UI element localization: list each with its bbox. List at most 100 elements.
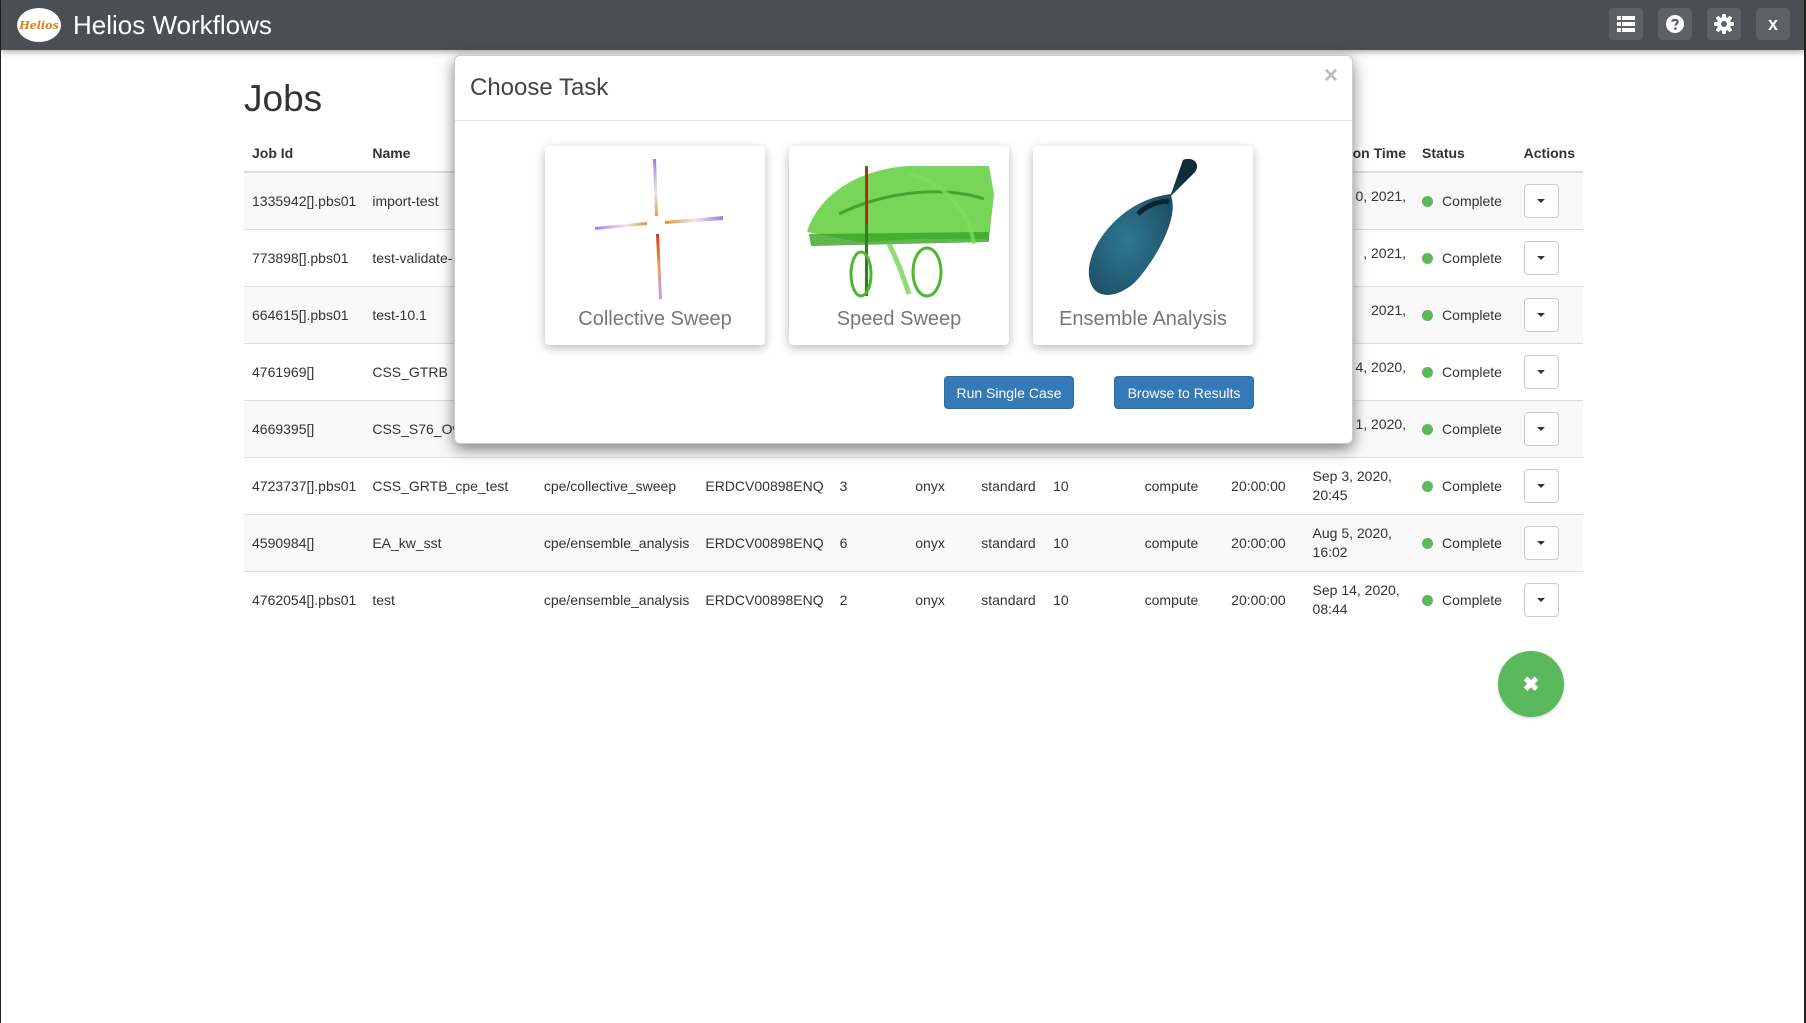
status-badge: Complete (1442, 192, 1502, 209)
list-icon (1617, 16, 1635, 32)
nodes-cell: 10 (1045, 457, 1137, 515)
name-cell: CSS_GRTB_cpe_test (364, 457, 536, 515)
queue-cell: standard (973, 514, 1046, 572)
task-card-ensemble-analysis[interactable]: Ensemble Analysis (1033, 146, 1253, 345)
rotor-blades-image (595, 159, 723, 299)
close-icon: ✖ (1522, 673, 1540, 696)
page-title: Jobs (244, 78, 323, 119)
cases-cell: 6 (831, 514, 908, 572)
status-badge: Complete (1442, 534, 1502, 551)
navbar-actions: x (1609, 8, 1790, 40)
row-actions-dropdown-button[interactable] (1523, 298, 1559, 332)
col-job-id[interactable]: Job Id (244, 135, 365, 173)
col-submission-time-visible: ion Time (1348, 145, 1407, 161)
job-id-cell: 4761969[] (244, 343, 365, 401)
submission-time-cell: Sep 3, 2020, 20:45 (1304, 457, 1415, 515)
actions-cell (1515, 457, 1583, 515)
status-dot-icon (1422, 423, 1434, 435)
job-id-cell: 4723737[].pbs01 (244, 457, 365, 515)
actions-cell (1515, 286, 1583, 344)
task-card-speed-sweep[interactable]: Speed Sweep (789, 146, 1009, 345)
task-card-collective-sweep[interactable]: Collective Sweep (545, 146, 765, 345)
cases-cell: 2 (831, 571, 908, 628)
row-actions-dropdown-button[interactable] (1523, 469, 1559, 503)
status-cell: Complete (1414, 457, 1516, 515)
status-badge: Complete (1442, 363, 1502, 380)
help-button[interactable] (1658, 8, 1692, 40)
project-cell: ERDCV00898ENQ (697, 457, 832, 515)
job-type-cell: cpe/collective_sweep (535, 457, 698, 515)
row-actions-dropdown-button[interactable] (1523, 412, 1559, 446)
caret-down-icon (1537, 541, 1546, 545)
close-fab-button[interactable]: ✖ (1498, 651, 1564, 717)
cases-cell: 3 (831, 457, 908, 515)
row-actions-dropdown-button[interactable] (1523, 184, 1559, 218)
status-cell: Complete (1414, 514, 1516, 572)
actions-cell (1515, 229, 1583, 287)
system-cell: onyx (907, 571, 974, 628)
table-row[interactable]: 4590984[] EA_kw_sst cpe/ensemble_analysis E… (244, 514, 1583, 572)
task-label: Speed Sweep (836, 308, 962, 330)
status-cell: Complete (1414, 229, 1516, 287)
caret-down-icon (1537, 199, 1546, 203)
project-cell: ERDCV00898ENQ (697, 571, 832, 628)
row-actions-dropdown-button[interactable] (1523, 355, 1559, 389)
task-label: Ensemble Analysis (1059, 308, 1227, 330)
submission-date: Sep 3, 2020, (1312, 468, 1392, 484)
close-x-icon: x (1767, 13, 1778, 34)
job-type-cell: cpe/ensemble_analysis (535, 514, 698, 572)
submission-time-cell: Aug 5, 2020, 16:02 (1304, 514, 1415, 572)
jobs-list-button[interactable] (1609, 8, 1643, 40)
node-type-cell: compute (1136, 571, 1224, 628)
caret-down-icon (1537, 598, 1546, 602)
blue-fuselage-image (1088, 158, 1198, 295)
caret-down-icon (1537, 256, 1546, 260)
question-circle-icon (1666, 15, 1684, 33)
node-type-cell: compute (1136, 457, 1224, 515)
status-badge: Complete (1442, 249, 1502, 266)
browse-to-results-button[interactable]: Browse to Results (1114, 376, 1254, 409)
exit-button[interactable]: x (1756, 8, 1790, 40)
submission-clock: 08:44 (1312, 601, 1348, 617)
name-cell: test (364, 571, 536, 628)
status-cell: Complete (1414, 286, 1516, 344)
table-row[interactable]: 4762054[].pbs01 test cpe/ensemble_analysis… (244, 571, 1583, 628)
status-dot-icon (1422, 366, 1434, 378)
task-cards: Collective Sweep Speed Sweep Ensemble An… (545, 146, 1253, 345)
status-cell: Complete (1414, 343, 1516, 401)
table-row[interactable]: 4723737[].pbs01 CSS_GRTB_cpe_test cpe/coll… (244, 457, 1583, 515)
status-badge: Complete (1442, 306, 1502, 323)
run-single-case-button[interactable]: Run Single Case (944, 376, 1074, 409)
caret-down-icon (1537, 370, 1546, 374)
status-badge: Complete (1442, 477, 1502, 494)
actions-cell (1515, 400, 1583, 458)
status-dot-icon (1422, 252, 1434, 264)
helios-logo[interactable]: Helios (17, 8, 61, 42)
task-label: Collective Sweep (578, 308, 732, 330)
actions-cell (1515, 571, 1583, 628)
system-cell: onyx (907, 514, 974, 572)
row-actions-dropdown-button[interactable] (1523, 526, 1559, 560)
status-cell: Complete (1414, 171, 1516, 230)
status-dot-icon (1422, 195, 1434, 207)
top-navbar: Helios Helios Workflows x (1, 0, 1804, 50)
actions-cell (1515, 343, 1583, 401)
modal-header: Choose Task × (455, 56, 1352, 121)
job-id-cell: 4669395[] (244, 400, 365, 458)
row-actions-dropdown-button[interactable] (1523, 583, 1559, 617)
caret-down-icon (1537, 484, 1546, 488)
caret-down-icon (1537, 427, 1546, 431)
walltime-cell: 20:00:00 (1223, 514, 1305, 572)
row-actions-dropdown-button[interactable] (1523, 241, 1559, 275)
settings-button[interactable] (1707, 8, 1741, 40)
node-type-cell: compute (1136, 514, 1224, 572)
modal-close-button[interactable]: × (1324, 62, 1338, 90)
app-title[interactable]: Helios Workflows (73, 10, 272, 41)
job-id-cell: 664615[].pbs01 (244, 286, 365, 344)
choose-task-modal: Choose Task × Collective Sweep Speed Swe… (454, 55, 1353, 444)
col-status[interactable]: Status (1414, 135, 1516, 173)
logo-text: Helios (19, 18, 59, 32)
gear-icon (1714, 14, 1734, 34)
project-cell: ERDCV00898ENQ (697, 514, 832, 572)
status-badge: Complete (1442, 420, 1502, 437)
